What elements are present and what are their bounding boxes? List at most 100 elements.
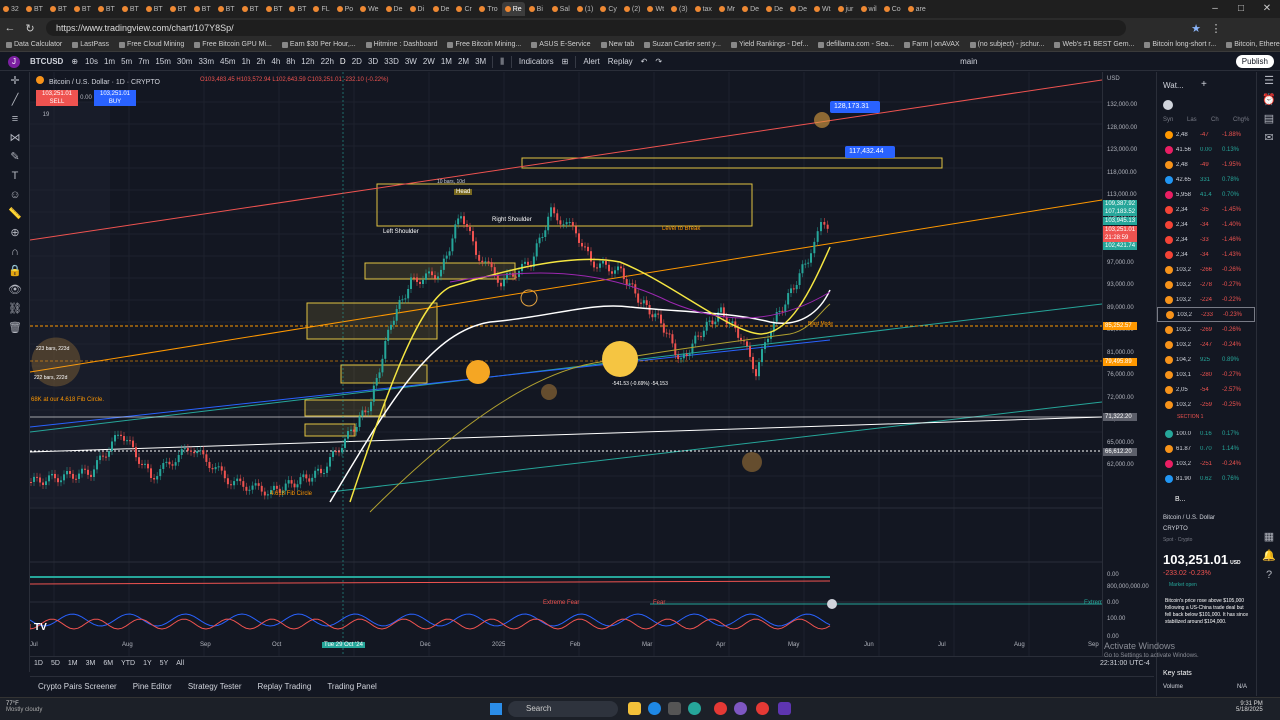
browser-tab[interactable]: wil [858, 2, 880, 16]
bookmark-item[interactable]: (no subject) - jschur... [969, 41, 1044, 48]
link-icon[interactable]: ⛓ [0, 300, 30, 319]
sell-button[interactable]: 103,251.01 SELL [36, 90, 78, 106]
watchlist-row[interactable]: 103,2 -251 -0.24% [1157, 456, 1255, 471]
menu-icon[interactable]: ⋮ [1206, 22, 1226, 35]
browser-tab[interactable]: Co [881, 2, 904, 16]
ruler-icon[interactable]: 📏 [0, 205, 30, 224]
browser-tab[interactable]: BT [71, 2, 94, 16]
chat-icon[interactable]: ✉ [1257, 129, 1280, 148]
chrome-profile-icon[interactable] [756, 702, 769, 715]
cursor-icon[interactable]: ✛ [0, 72, 30, 91]
interval-button[interactable]: 12h [298, 57, 317, 66]
interval-button[interactable]: 2D [349, 57, 365, 66]
watchlist-row[interactable]: 81.90 0.62 0.76% [1157, 471, 1255, 486]
range-button[interactable]: All [176, 660, 184, 667]
range-button[interactable]: YTD [121, 660, 135, 667]
edge-app-icon[interactable] [688, 702, 701, 715]
brush-icon[interactable]: ✎ [0, 148, 30, 167]
browser-tab[interactable]: Tro [476, 2, 500, 16]
browser-tab[interactable]: BT [263, 2, 286, 16]
interval-button[interactable]: 45m [217, 57, 239, 66]
user-avatar[interactable]: J [8, 55, 20, 68]
watchlist-icon[interactable]: ☰ [1257, 72, 1280, 91]
bookmark-item[interactable]: Suzan Cartier sent y... [644, 41, 721, 48]
trash-icon[interactable]: 🗑 [0, 319, 30, 338]
browser-tab[interactable]: De [430, 2, 453, 16]
bookmark-item[interactable]: Free Bitcoin Mining... [447, 41, 521, 48]
replay-button[interactable]: Replay [604, 57, 637, 66]
interval-button[interactable]: 15m [152, 57, 174, 66]
watchlist-row[interactable]: 103,2 -224 -0.22% [1157, 292, 1255, 307]
bookmark-item[interactable]: Yield Rankings - Def... [731, 41, 808, 48]
interval-button[interactable]: 2h [253, 57, 268, 66]
section-header[interactable]: SECTION 1 [1177, 414, 1203, 420]
chrome-icon[interactable] [714, 702, 727, 715]
taskbar-search[interactable]: Search [508, 701, 618, 717]
browser-tab[interactable]: Bi [526, 2, 548, 16]
notifications-icon[interactable]: 🔔 [1257, 547, 1280, 566]
bookmark-item[interactable]: Bitcoin, Ethereum, a... [1226, 41, 1280, 48]
price-chart[interactable] [30, 72, 1102, 656]
bookmark-item[interactable]: Bitcoin long-short r... [1144, 41, 1216, 48]
currency-label[interactable]: USD [1107, 76, 1120, 82]
url-input[interactable]: https://www.tradingview.com/chart/107Y8S… [46, 20, 1126, 36]
templates-icon[interactable]: ⊞ [558, 57, 573, 66]
tv-logo[interactable]: TV [34, 622, 47, 633]
interval-button[interactable]: 1m [101, 57, 118, 66]
store-icon[interactable] [668, 702, 681, 715]
watchlist-row[interactable]: 2,48 -49 -1.95% [1157, 157, 1255, 172]
lock-icon[interactable]: 🔒 [0, 262, 30, 281]
time-axis[interactable]: Jul Aug Sep Oct Tue 29 Oct '24 Dec 2025 Feb Mar A… [30, 640, 1102, 652]
watchlist-row[interactable]: 2,34 -34 -1.43% [1157, 247, 1255, 262]
watchlist-row[interactable]: 103,2 -266 -0.26% [1157, 262, 1255, 277]
bottom-tab[interactable]: Replay Trading [258, 682, 312, 691]
browser-tab[interactable]: De [383, 2, 406, 16]
interval-button[interactable]: 33m [195, 57, 217, 66]
interval-button[interactable]: 2M [455, 57, 472, 66]
bookmark-item[interactable]: New tab [600, 41, 634, 48]
interval-button[interactable]: 3W [402, 57, 420, 66]
minimize-icon[interactable]: – [1202, 0, 1228, 18]
detail-symbol[interactable]: B... [1175, 496, 1186, 503]
bottom-tab[interactable]: Trading Panel [327, 682, 377, 691]
range-button[interactable]: 1D [34, 660, 43, 667]
watchlist-row[interactable]: 61.87 0.70 1.14% [1157, 441, 1255, 456]
chart-type-icon[interactable]: ⫼ [496, 57, 508, 67]
calendar-icon[interactable]: ▦ [1257, 528, 1280, 547]
alerts-icon[interactable]: ⏰ [1257, 91, 1280, 110]
browser-tab[interactable]: BT [23, 2, 46, 16]
interval-button[interactable]: 30m [174, 57, 196, 66]
watchlist-column[interactable]: Las [1187, 117, 1211, 123]
watchlist-row[interactable]: 103,2 -233 -0.23% [1157, 307, 1255, 322]
browser-tab[interactable]: jur [835, 2, 857, 16]
interval-button[interactable]: 3D [365, 57, 381, 66]
watchlist-row[interactable]: 41.56 0.00 0.13% [1157, 142, 1255, 157]
file-explorer-icon[interactable] [628, 702, 641, 715]
layout-name[interactable]: main [956, 57, 981, 66]
watchlist-row[interactable]: 103,2 -278 -0.27% [1157, 277, 1255, 292]
price-axis[interactable]: USD 132,000.00 128,000.00 123,000.00 118,00… [1102, 72, 1154, 656]
bookmark-item[interactable]: Farm | onAVAX [904, 41, 960, 48]
browser-tab[interactable]: Wt [811, 2, 834, 16]
redo-icon[interactable]: ↷ [651, 57, 666, 66]
interval-button[interactable]: 1h [239, 57, 254, 66]
data-window-icon[interactable]: ▤ [1257, 110, 1280, 129]
interval-button[interactable]: 7m [135, 57, 152, 66]
browser-tab[interactable]: BT [47, 2, 70, 16]
watchlist-row[interactable]: 2,48 -47 -1.88% [1157, 127, 1255, 142]
watchlist-avatar[interactable] [1163, 100, 1173, 110]
browser-tab[interactable]: Cr [453, 2, 475, 16]
bookmark-item[interactable]: Data Calculator [6, 41, 62, 48]
browser-tab[interactable]: BT [286, 2, 309, 16]
news-item[interactable]: Bitcoin's price rose above $105,000 foll… [1165, 598, 1249, 626]
buy-button[interactable]: 103,251.01 BUY [94, 90, 136, 106]
trend-line-icon[interactable]: ╱ [0, 91, 30, 110]
bottom-tab[interactable]: Strategy Tester [188, 682, 242, 691]
bottom-tab[interactable]: Crypto Pairs Screener [38, 682, 117, 691]
watchlist-column[interactable]: Syn [1157, 117, 1187, 123]
symbol-search[interactable]: BTCUSD [26, 57, 67, 66]
zoom-app-icon[interactable] [778, 702, 791, 715]
app-icon[interactable] [734, 702, 747, 715]
watchlist-row[interactable]: 2,34 -33 -1.46% [1157, 232, 1255, 247]
range-button[interactable]: 6M [103, 660, 113, 667]
